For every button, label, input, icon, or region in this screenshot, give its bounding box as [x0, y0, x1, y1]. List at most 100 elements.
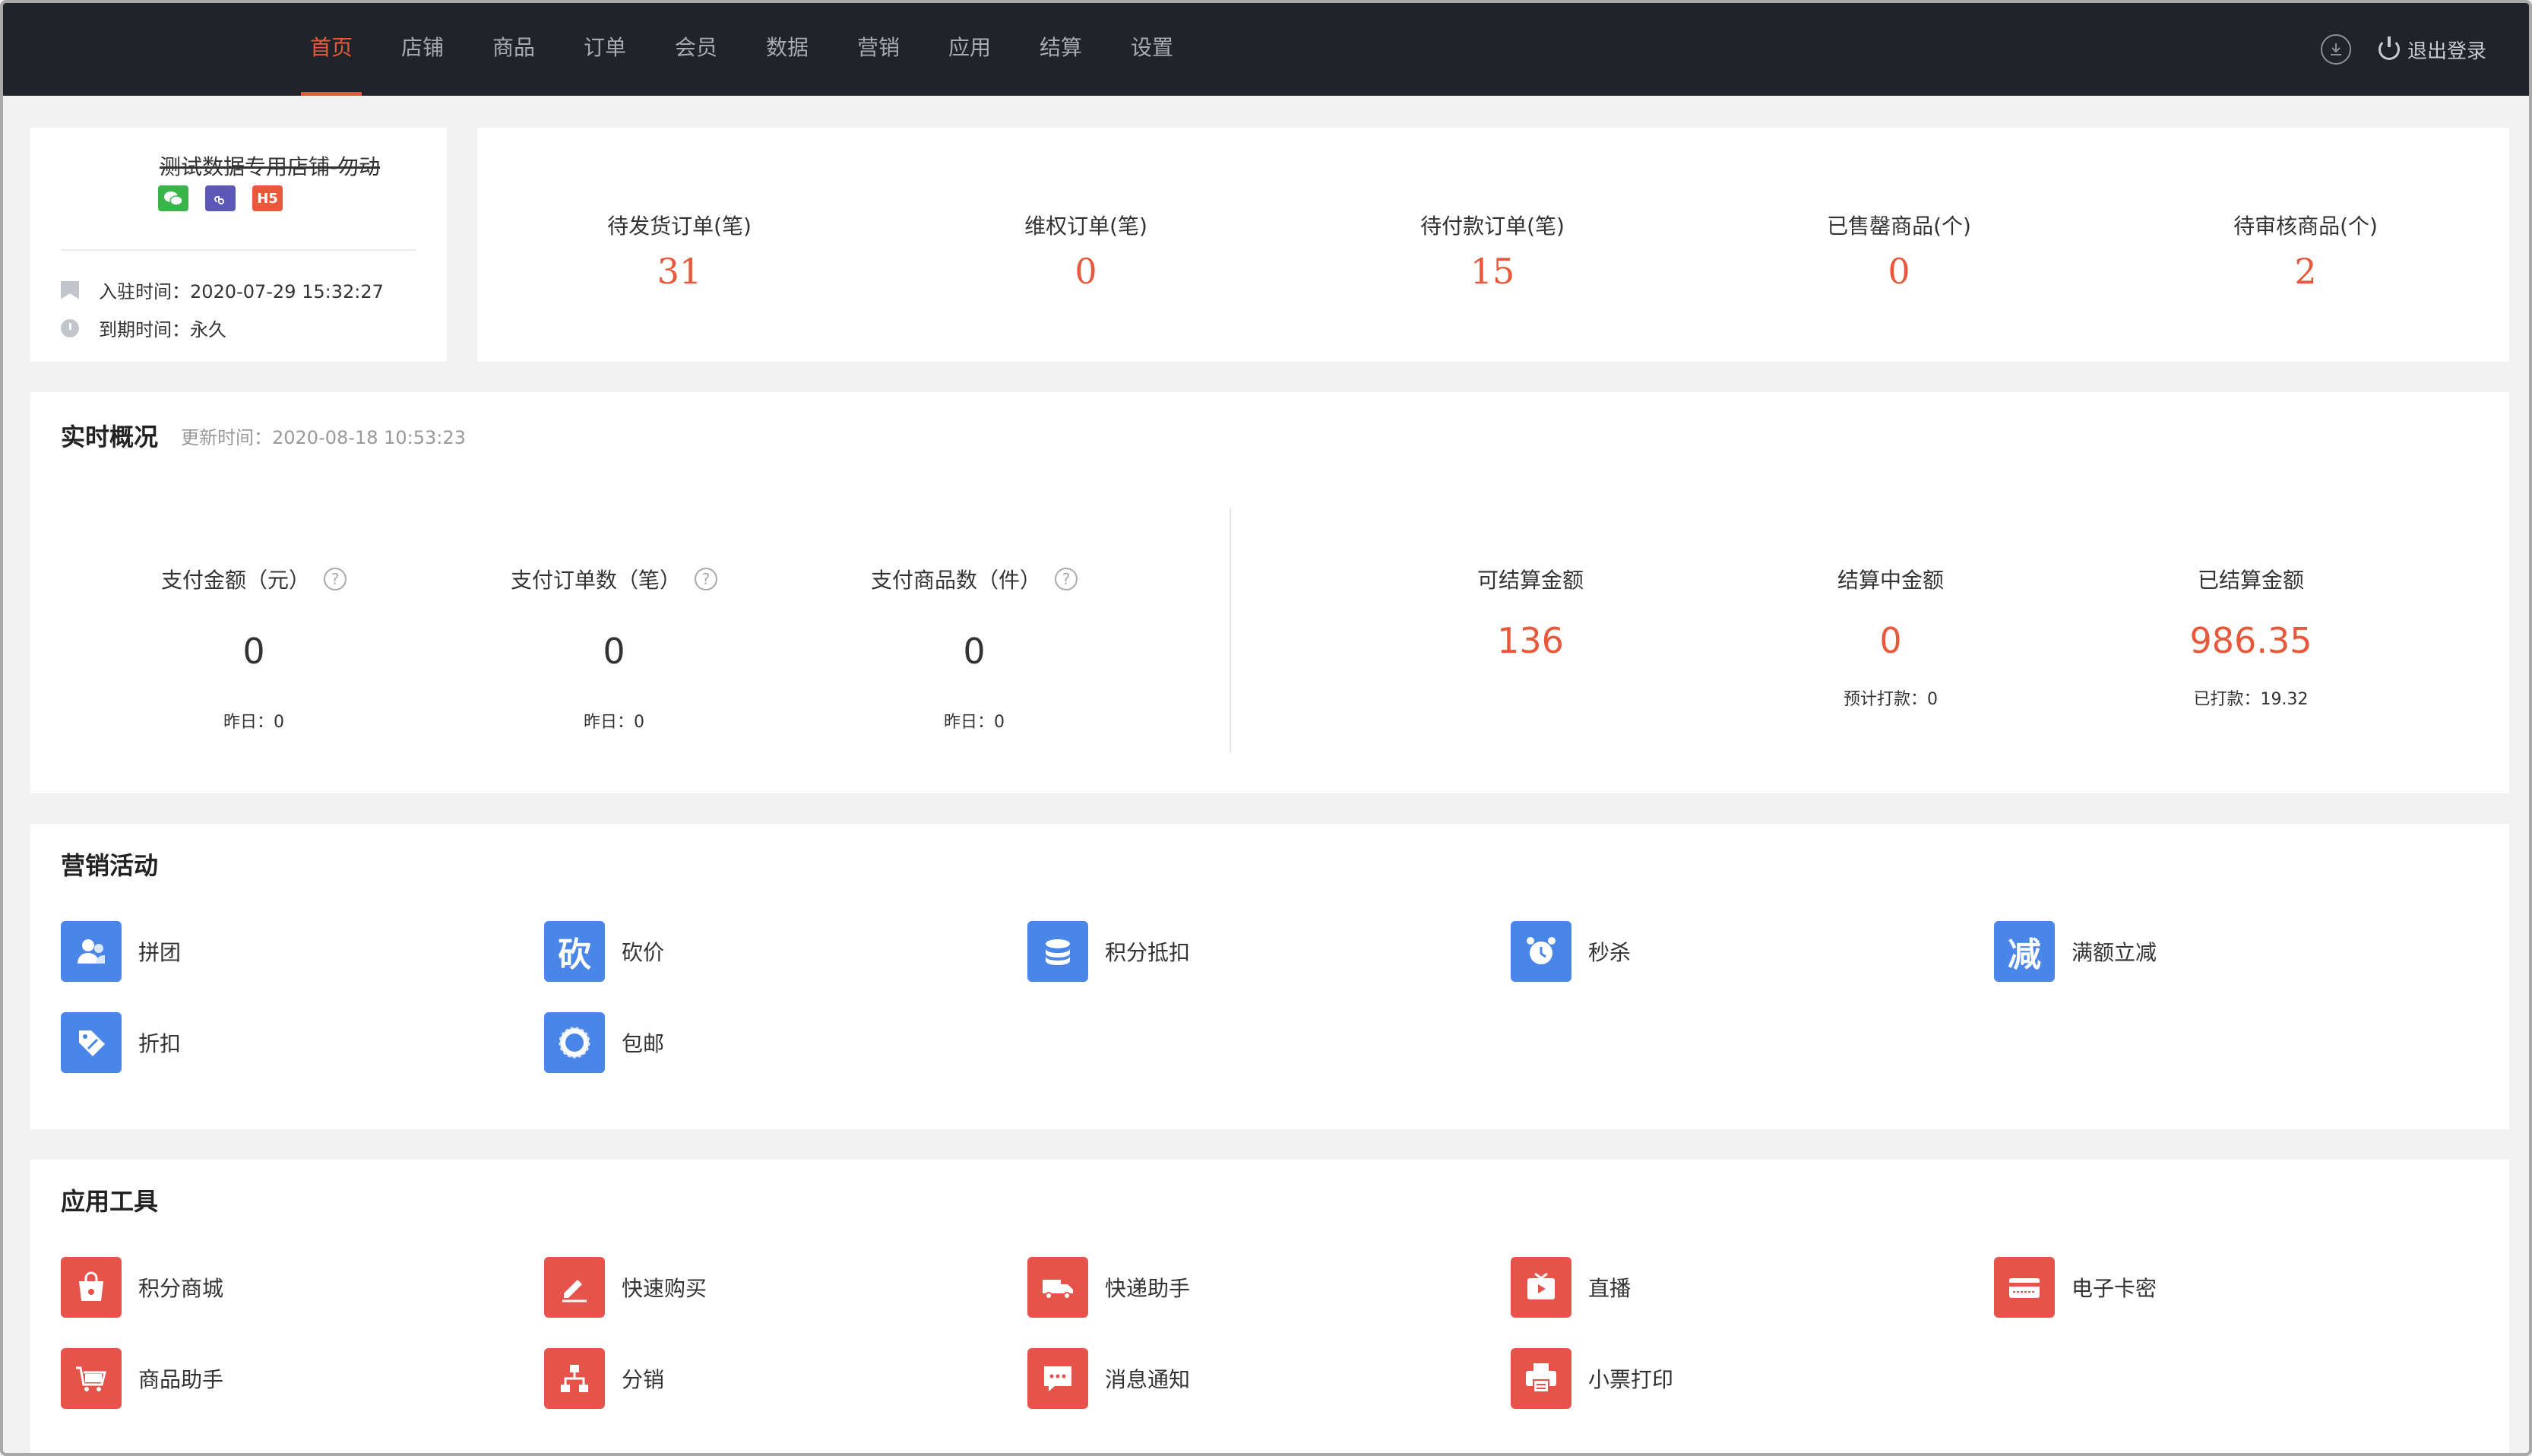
realtime-title: 实时概况 [61, 423, 159, 451]
nav-item-data[interactable]: 数据 [742, 3, 833, 96]
express-truck-icon [1027, 1257, 1088, 1318]
metric-label: 支付订单数（笔） [510, 568, 681, 593]
item-label: 快速购买 [622, 1276, 707, 1301]
metric-value: 986.35 [2189, 620, 2312, 661]
stat-pending-shipment[interactable]: 待发货订单(笔) 31 [527, 210, 831, 292]
metric-label: 支付金额（元） [160, 568, 310, 593]
live-stream-icon [1511, 1257, 1571, 1318]
bookmark-icon [61, 280, 79, 299]
top-nav: 首页 店铺 商品 订单 会员 数据 营销 应用 结算 设置 退出登录 [3, 3, 2529, 96]
item-label: 快递助手 [1105, 1276, 1191, 1301]
clock-icon [61, 318, 79, 337]
pay-amount: 支付金额（元）? 0 昨日：0 [71, 564, 436, 733]
item-label: 分销 [622, 1367, 665, 1392]
item-label: 商品助手 [138, 1367, 224, 1392]
power-icon [2378, 36, 2400, 60]
stat-pending-payment[interactable]: 待付款订单(笔) 15 [1340, 210, 1644, 292]
item-label: 小票打印 [1588, 1367, 1674, 1392]
nav-item-home[interactable]: 首页 [286, 3, 377, 96]
nav-item-orders[interactable]: 订单 [559, 3, 650, 96]
tool-item-quick-buy[interactable]: 快速购买 [544, 1257, 707, 1318]
metric-yesterday: 昨日：0 [584, 713, 644, 732]
settleable-amount: 可结算金额 136 [1348, 564, 1713, 685]
metric-value: 0 [603, 631, 625, 672]
item-label: 秒杀 [1588, 940, 1632, 965]
help-icon[interactable]: ? [324, 568, 347, 590]
group-buy-icon [61, 921, 122, 982]
nav-menu: 首页 店铺 商品 订单 会员 数据 营销 应用 结算 设置 [286, 3, 1198, 96]
wechat-icon[interactable] [158, 185, 188, 211]
stat-value: 15 [1470, 251, 1515, 292]
h5-icon[interactable]: H5 [252, 185, 283, 211]
e-card-icon [1994, 1257, 2055, 1318]
flash-sale-icon [1511, 921, 1571, 982]
app-window: 首页 店铺 商品 订单 会员 数据 营销 应用 结算 设置 退出登录 测试数据专… [0, 0, 2532, 1456]
marketing-item-points-deduct[interactable]: 积分抵扣 [1027, 921, 1190, 982]
metric-label: 可结算金额 [1476, 568, 1584, 593]
nav-item-products[interactable]: 商品 [468, 3, 559, 96]
nav-item-settlement[interactable]: 结算 [1015, 3, 1106, 96]
nav-item-marketing[interactable]: 营销 [833, 3, 924, 96]
nav-item-apps[interactable]: 应用 [924, 3, 1015, 96]
discount-tag-icon [61, 1012, 122, 1073]
expire-row: 到期时间：永久 [61, 315, 226, 341]
item-label: 积分商城 [138, 1276, 224, 1301]
nav-item-store[interactable]: 店铺 [377, 3, 468, 96]
nav-item-members[interactable]: 会员 [650, 3, 742, 96]
order-stats-card: 待发货订单(笔) 31 维权订单(笔) 0 待付款订单(笔) 15 已售罄商品(… [477, 128, 2509, 362]
stat-label: 待付款订单(笔) [1420, 214, 1565, 239]
nav-item-settings[interactable]: 设置 [1106, 3, 1198, 96]
stat-rights-orders[interactable]: 维权订单(笔) 0 [934, 210, 1238, 292]
marketing-item-discount[interactable]: 折扣 [61, 1012, 181, 1073]
marketing-item-group-buy[interactable]: 拼团 [61, 921, 181, 982]
distribution-icon [544, 1348, 605, 1409]
tool-item-product-assistant[interactable]: 商品助手 [61, 1348, 223, 1409]
logout-button[interactable]: 退出登录 [2378, 36, 2486, 64]
tool-item-live[interactable]: 直播 [1511, 1257, 1631, 1318]
join-time-row: 入驻时间：2020-07-29 15:32:27 [61, 277, 384, 303]
marketing-item-full-reduction[interactable]: 减 满额立减 [1994, 921, 2157, 982]
message-icon [1027, 1348, 1088, 1409]
metric-value: 0 [1879, 620, 1902, 661]
app-tools-card: 应用工具 积分商城 快速购买 快递助手 直播 电子卡密 商品助手 分销 消息通知… [30, 1160, 2509, 1453]
item-label: 消息通知 [1105, 1367, 1191, 1392]
pay-items: 支付商品数（件）? 0 昨日：0 [792, 564, 1157, 733]
free-shipping-icon [544, 1012, 605, 1073]
full-reduction-icon: 减 [1994, 921, 2055, 982]
marketing-item-bargain[interactable]: 砍 砍价 [544, 921, 664, 982]
tool-item-receipt-print[interactable]: 小票打印 [1511, 1348, 1673, 1409]
tool-item-express-assistant[interactable]: 快递助手 [1027, 1257, 1190, 1318]
mini-program-icon[interactable] [205, 185, 236, 211]
metric-value: 136 [1497, 620, 1564, 661]
item-label: 积分抵扣 [1105, 940, 1191, 965]
help-icon[interactable]: ? [695, 568, 717, 590]
metric-yesterday: 昨日：0 [944, 713, 1005, 732]
metric-sub: 已打款：19.32 [2193, 690, 2309, 709]
metric-value: 0 [242, 631, 265, 672]
stat-value: 0 [1075, 251, 1097, 292]
stat-label: 待审核商品(个) [2233, 214, 2378, 239]
item-label: 折扣 [138, 1031, 182, 1056]
tool-item-distribution[interactable]: 分销 [544, 1348, 664, 1409]
tool-item-e-card[interactable]: 电子卡密 [1994, 1257, 2157, 1318]
metric-sub: 预计打款：0 [1844, 690, 1938, 709]
stat-sold-out[interactable]: 已售罄商品(个) 0 [1747, 210, 2051, 292]
tool-item-points-mall[interactable]: 积分商城 [61, 1257, 223, 1318]
item-label: 满额立减 [2071, 940, 2157, 965]
item-label: 包邮 [622, 1031, 665, 1056]
tool-item-message-notify[interactable]: 消息通知 [1027, 1348, 1190, 1409]
help-icon[interactable]: ? [1055, 568, 1078, 590]
store-info-card: 测试数据专用店铺-勿动 H5 入驻时间：2020-07-29 15:32:27 … [30, 128, 447, 362]
stat-pending-review[interactable]: 待审核商品(个) 2 [2154, 210, 2458, 292]
store-name: 测试数据专用店铺-勿动 [160, 154, 381, 179]
realtime-overview-card: 实时概况 更新时间：2020-08-18 10:53:23 支付金额（元）? 0… [30, 392, 2509, 793]
stat-value: 31 [657, 251, 702, 292]
nav-actions: 退出登录 [2320, 3, 2486, 96]
item-label: 拼团 [138, 940, 182, 965]
marketing-item-free-shipping[interactable]: 包邮 [544, 1012, 664, 1073]
quick-buy-icon [544, 1257, 605, 1318]
marketing-item-flash-sale[interactable]: 秒杀 [1511, 921, 1631, 982]
download-icon[interactable] [2320, 34, 2351, 65]
stat-label: 已售罄商品(个) [1827, 214, 1971, 239]
metric-yesterday: 昨日：0 [223, 713, 284, 732]
